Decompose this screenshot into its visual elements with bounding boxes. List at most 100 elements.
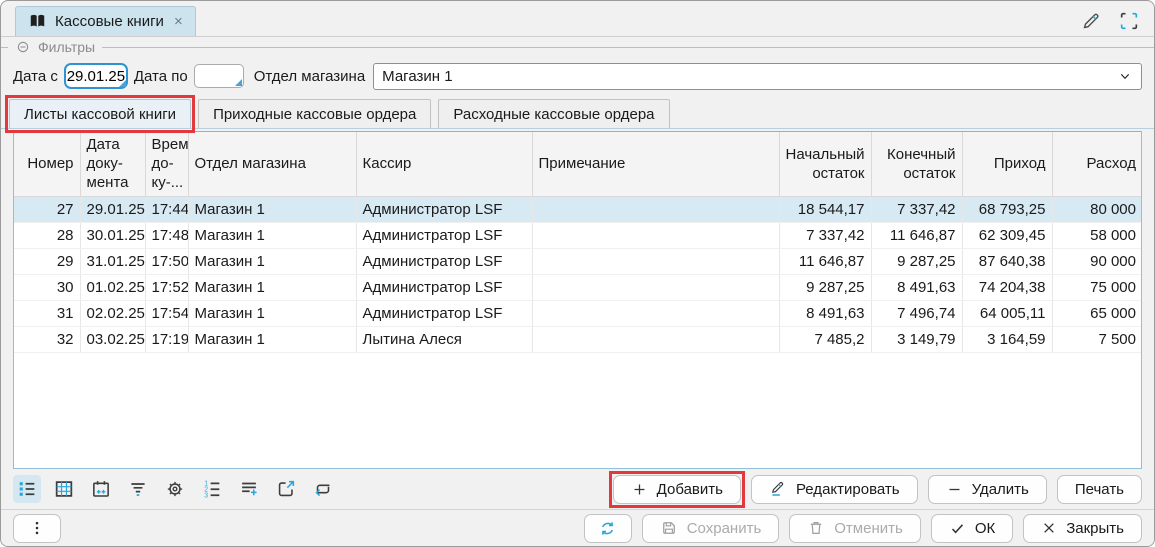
numbered-list-icon[interactable]: 123 — [198, 475, 226, 503]
table-cell: 7 500 — [1052, 326, 1142, 352]
date-from-label: Дата с — [13, 68, 58, 85]
table-cell: 32 — [14, 326, 80, 352]
table-cell: 8 491,63 — [871, 274, 962, 300]
filters-legend: Фильтры — [1, 37, 1154, 57]
repeat-icon[interactable] — [309, 475, 337, 503]
column-header-4[interactable]: Кассир — [356, 132, 532, 196]
column-header-6[interactable]: Начальный остаток — [779, 132, 871, 196]
book-icon — [28, 12, 47, 31]
department-label: Отдел магазина — [254, 68, 365, 85]
department-value: Магазин 1 — [382, 68, 1117, 85]
table-cell: 02.02.25 — [80, 300, 145, 326]
table-row[interactable]: 2729.01.2517:44Магазин 1Администратор LS… — [14, 196, 1142, 222]
table-cell: 18 544,17 — [779, 196, 871, 222]
button-label: Закрыть — [1066, 520, 1124, 537]
toolbar-button-редактировать[interactable]: Редактировать — [751, 475, 918, 504]
column-header-3[interactable]: Отдел магазина — [188, 132, 356, 196]
table-cell: 87 640,38 — [962, 248, 1052, 274]
doc-tab-close-icon[interactable]: × — [174, 13, 183, 30]
table-cell: 7 496,74 — [871, 300, 962, 326]
table-cell: 64 005,11 — [962, 300, 1052, 326]
table-cell: 29 — [14, 248, 80, 274]
subtab-0[interactable]: Листы кассовой книги — [9, 99, 191, 128]
column-header-0[interactable]: Номер — [14, 132, 80, 196]
table-cell: Администратор LSF — [356, 300, 532, 326]
table-cell: 9 287,25 — [871, 248, 962, 274]
table-cell: 62 309,45 — [962, 222, 1052, 248]
external-link-icon[interactable] — [272, 475, 300, 503]
table-cell: Магазин 1 — [188, 326, 356, 352]
subtab-1[interactable]: Приходные кассовые ордера — [198, 99, 431, 128]
department-select[interactable]: Магазин 1 — [373, 63, 1142, 90]
column-header-1[interactable]: Дата доку- мента — [80, 132, 145, 196]
table-row[interactable]: 3001.02.2517:52Магазин 1Администратор LS… — [14, 274, 1142, 300]
table-cell: Магазин 1 — [188, 300, 356, 326]
button-label: Печать — [1075, 481, 1124, 498]
subtabs: Листы кассовой книгиПриходные кассовые о… — [1, 95, 1154, 129]
table-cell — [532, 300, 779, 326]
table-cell: 65 000 — [1052, 300, 1142, 326]
settings-gear-icon[interactable] — [161, 475, 189, 503]
table-cell: Администратор LSF — [356, 196, 532, 222]
table-row[interactable]: 2830.01.2517:48Магазин 1Администратор LS… — [14, 222, 1142, 248]
footer-button-refresh-icon[interactable] — [584, 514, 632, 543]
svg-text:3: 3 — [204, 493, 208, 500]
column-header-8[interactable]: Приход — [962, 132, 1052, 196]
date-from-wrap — [64, 63, 128, 89]
table-row[interactable]: 3102.02.2517:54Магазин 1Администратор LS… — [14, 300, 1142, 326]
doc-tab-cashbooks[interactable]: Кассовые книги × — [15, 6, 196, 36]
grid-icon[interactable] — [50, 475, 78, 503]
table-row[interactable]: 2931.01.2517:50Магазин 1Администратор LS… — [14, 248, 1142, 274]
table-cell: 7 485,2 — [779, 326, 871, 352]
more-menu-button[interactable] — [13, 514, 61, 543]
button-label: Удалить — [972, 481, 1029, 498]
collapse-minus-circle-icon[interactable] — [15, 39, 31, 55]
playlist-add-icon[interactable] — [235, 475, 263, 503]
column-header-5[interactable]: Примечание — [532, 132, 779, 196]
table-cell: Администратор LSF — [356, 274, 532, 300]
refresh-icon — [598, 519, 617, 538]
footer-button-сохранить[interactable]: Сохранить — [642, 514, 780, 543]
date-to-label: Дата по — [134, 68, 188, 85]
table-row[interactable]: 3203.02.2517:19Магазин 1Лытина Алеся7 48… — [14, 326, 1142, 352]
table-cell: 8 491,63 — [779, 300, 871, 326]
table-cell: Магазин 1 — [188, 222, 356, 248]
table-cell: 30 — [14, 274, 80, 300]
table-cell: 17:50 — [145, 248, 188, 274]
table-cell: Магазин 1 — [188, 248, 356, 274]
plus-icon — [631, 481, 648, 498]
expand-icon[interactable] — [1118, 10, 1140, 32]
table-cell: 75 000 — [1052, 274, 1142, 300]
button-label: Отменить — [834, 520, 903, 537]
list-view-icon[interactable] — [13, 475, 41, 503]
column-header-7[interactable]: Конечный остаток — [871, 132, 962, 196]
footer-button-закрыть[interactable]: Закрыть — [1023, 514, 1142, 543]
table-cell: 28 — [14, 222, 80, 248]
table-cell: 17:48 — [145, 222, 188, 248]
footer-button-отменить[interactable]: Отменить — [789, 514, 921, 543]
table-cell: 01.02.25 — [80, 274, 145, 300]
edit-pencil-icon[interactable] — [1080, 10, 1102, 32]
toolbar-button-печать[interactable]: Печать — [1057, 475, 1142, 504]
filter-icon[interactable] — [124, 475, 152, 503]
cashbook-table: НомерДата доку- ментаВрем до- ку-...Отде… — [14, 132, 1142, 353]
legend-line-left — [1, 47, 8, 48]
table-cell: 31 — [14, 300, 80, 326]
date-from-input[interactable] — [64, 63, 128, 89]
table-toolbar: 123 Добавить Редактировать Удалить Печать — [1, 469, 1154, 509]
pencil-underline-icon — [769, 480, 787, 498]
date-to-input[interactable] — [194, 64, 244, 88]
table-cell: 17:52 — [145, 274, 188, 300]
column-header-9[interactable]: Расход — [1052, 132, 1142, 196]
table-cell: 17:19 — [145, 326, 188, 352]
table-cell: 31.01.25 — [80, 248, 145, 274]
column-header-2[interactable]: Врем до- ку-... — [145, 132, 188, 196]
toolbar-button-добавить[interactable]: Добавить — [613, 475, 741, 504]
calendar-plus-icon[interactable] — [87, 475, 115, 503]
check-icon — [949, 520, 966, 537]
footer-button-ок[interactable]: ОК — [931, 514, 1013, 543]
table-cell — [532, 274, 779, 300]
subtab-2[interactable]: Расходные кассовые ордера — [438, 99, 669, 128]
button-label: ОК — [975, 520, 995, 537]
toolbar-button-удалить[interactable]: Удалить — [928, 475, 1047, 504]
